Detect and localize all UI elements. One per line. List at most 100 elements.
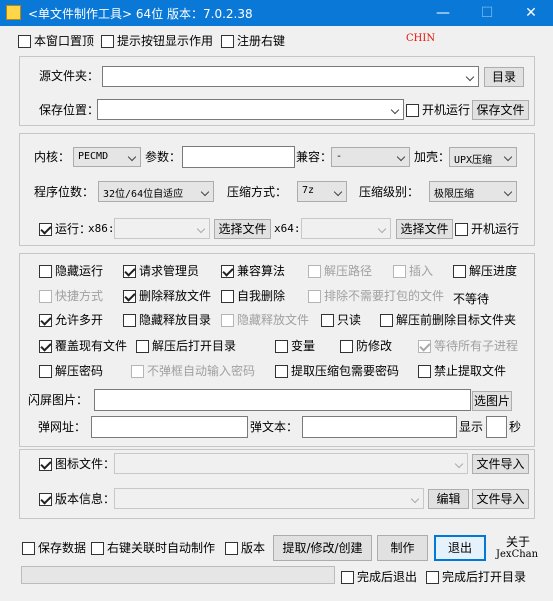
shell-dropdown[interactable]: UPX压缩 <box>449 147 517 167</box>
chevron-down-icon <box>197 225 206 234</box>
version-checkbox[interactable]: 版本 <box>225 541 265 555</box>
checkbox-icon <box>221 313 234 327</box>
extract-path-checkbox[interactable]: 解压路径 <box>308 264 372 278</box>
delete-target-before-checkbox[interactable]: 解压前删除目标文件夹 <box>380 313 516 327</box>
x64-dropdown[interactable] <box>301 218 391 239</box>
checkbox-icon <box>221 289 234 303</box>
save-file-button[interactable]: 保存文件 <box>472 100 529 120</box>
version-info-checkbox[interactable]: 版本信息： <box>39 492 115 506</box>
checkbox-icon <box>393 264 406 278</box>
source-dropdown[interactable] <box>102 66 479 87</box>
anti-modify-checkbox[interactable]: 防修改 <box>340 339 392 353</box>
checkbox-icon <box>131 364 144 378</box>
request-admin-checkbox[interactable]: 请求管理员 <box>123 264 199 278</box>
icon-import-button[interactable]: 文件导入 <box>472 454 529 474</box>
save-data-checkbox[interactable]: 保存数据 <box>22 541 86 555</box>
minimize-button[interactable]: — <box>421 0 465 26</box>
close-button[interactable]: ✕ <box>509 0 553 26</box>
select-x86-button[interactable]: 选择文件 <box>214 219 271 239</box>
self-delete-checkbox[interactable]: 自我删除 <box>221 289 285 303</box>
exit-button[interactable]: 退出 <box>434 535 486 561</box>
readonly-checkbox[interactable]: 只读 <box>321 313 361 327</box>
compat-dropdown[interactable]: - <box>331 147 410 167</box>
allow-multi-checkbox[interactable]: 允许多开 <box>39 313 103 327</box>
need-password-checkbox[interactable]: 提取压缩包需要密码 <box>275 364 399 378</box>
checkbox-icon <box>426 570 439 584</box>
checkbox-icon <box>101 34 114 48</box>
chevron-down-icon <box>455 460 464 469</box>
chevron-down-icon <box>397 153 406 162</box>
shell-label: 加壳： <box>414 150 451 164</box>
select-x64-button[interactable]: 选择文件 <box>396 219 453 239</box>
popup-text-input[interactable] <box>302 416 457 438</box>
checkbox-icon <box>225 541 238 555</box>
extract-modify-create-button[interactable]: 提取/修改/创建 <box>273 535 372 561</box>
icon-file-dropdown[interactable] <box>114 453 468 474</box>
popup-url-input[interactable] <box>91 416 248 438</box>
run-startup-checkbox[interactable]: 开机运行 <box>455 222 519 236</box>
edit-version-button[interactable]: 编辑 <box>428 489 469 509</box>
checkbox-icon <box>418 339 431 353</box>
forbid-extract-checkbox[interactable]: 禁止提取文件 <box>418 364 506 378</box>
checkbox-icon <box>39 492 52 506</box>
checkbox-icon <box>91 541 104 555</box>
register-context-checkbox[interactable]: 注册右键 <box>221 34 285 48</box>
compat-algo-checkbox[interactable]: 兼容算法 <box>221 264 285 278</box>
extract-password-checkbox[interactable]: 解压密码 <box>39 364 103 378</box>
about-link[interactable]: 关于 <box>506 535 530 549</box>
checkbox-icon <box>39 313 52 327</box>
brand-text: CHIN <box>406 33 436 44</box>
make-button[interactable]: 制作 <box>377 535 428 561</box>
hide-release-file-checkbox[interactable]: 隐藏释放文件 <box>221 313 309 327</box>
no-popup-password-checkbox[interactable]: 不弹框自动输入密码 <box>131 364 255 378</box>
auto-make-checkbox[interactable]: 右键关联时自动制作 <box>91 541 215 555</box>
run-checkbox[interactable]: 运行： <box>39 222 91 236</box>
select-image-button[interactable]: 选图片 <box>472 391 512 411</box>
level-dropdown[interactable]: 极限压缩 <box>429 181 517 202</box>
method-label: 压缩方式： <box>227 185 288 199</box>
source-dir-button[interactable]: 目录 <box>484 67 524 87</box>
save-startup-checkbox[interactable]: 开机运行 <box>406 103 470 117</box>
checkbox-icon <box>39 289 52 303</box>
compat-label: 兼容： <box>296 150 333 164</box>
open-dir-after-checkbox[interactable]: 解压后打开目录 <box>136 339 236 353</box>
hide-run-checkbox[interactable]: 隐藏运行 <box>39 264 103 278</box>
extract-progress-checkbox[interactable]: 解压进度 <box>453 264 517 278</box>
x86-dropdown[interactable] <box>114 218 210 239</box>
hide-release-dir-checkbox[interactable]: 隐藏释放目录 <box>123 313 211 327</box>
splash-input[interactable] <box>94 389 471 411</box>
exit-after-checkbox[interactable]: 完成后退出 <box>341 570 417 584</box>
no-wait-checkbox[interactable]: 不等待 <box>453 292 489 306</box>
source-label: 源文件夹： <box>39 69 100 83</box>
save-dropdown[interactable] <box>97 99 404 120</box>
params-input[interactable] <box>182 146 295 168</box>
chevron-down-icon <box>201 188 210 197</box>
icon-file-checkbox[interactable]: 图标文件： <box>39 457 115 471</box>
stay-on-top-checkbox[interactable]: 本窗口置顶 <box>18 34 94 48</box>
maximize-button[interactable]: ☐ <box>465 0 509 26</box>
version-info-dropdown[interactable] <box>114 488 424 509</box>
checkbox-icon <box>39 264 52 278</box>
overwrite-checkbox[interactable]: 覆盖现有文件 <box>39 339 127 353</box>
bits-dropdown[interactable]: 32位/64位自适应 <box>98 181 214 202</box>
version-import-button[interactable]: 文件导入 <box>472 489 529 509</box>
x86-label: x86: <box>88 222 115 235</box>
insert-checkbox[interactable]: 插入 <box>393 264 433 278</box>
tooltips-checkbox[interactable]: 提示按钮显示作用 <box>101 34 213 48</box>
checkbox-icon <box>39 364 52 378</box>
wait-children-checkbox[interactable]: 等待所有子进程 <box>418 339 518 353</box>
x64-label: x64: <box>274 222 301 235</box>
variable-checkbox[interactable]: 变量 <box>275 339 315 353</box>
seconds-input[interactable] <box>486 416 507 438</box>
method-dropdown[interactable]: 7z <box>297 181 347 202</box>
progress-bar <box>21 566 335 584</box>
kernel-dropdown[interactable]: PECMD <box>73 147 141 167</box>
open-after-checkbox[interactable]: 完成后打开目录 <box>426 570 526 584</box>
shortcut-checkbox[interactable]: 快捷方式 <box>39 289 103 303</box>
splash-label: 闪屏图片： <box>28 393 89 407</box>
checkbox-icon <box>406 103 419 117</box>
exclude-files-checkbox[interactable]: 排除不需要打包的文件 <box>308 289 444 303</box>
checkbox-icon <box>18 34 31 48</box>
checkbox-icon <box>123 313 136 327</box>
delete-released-checkbox[interactable]: 删除释放文件 <box>123 289 211 303</box>
